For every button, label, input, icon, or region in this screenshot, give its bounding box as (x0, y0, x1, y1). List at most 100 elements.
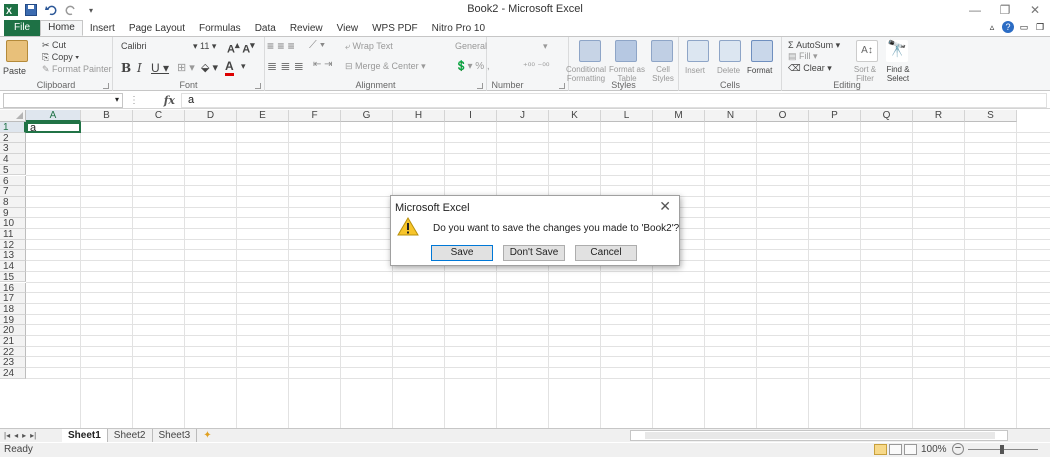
column-header-f[interactable]: F (289, 110, 341, 122)
horizontal-scrollbar[interactable] (630, 430, 1008, 441)
font-color-icon[interactable]: A (225, 59, 234, 76)
row-header-17[interactable]: 17 (0, 293, 26, 304)
minimize-icon[interactable]: — (960, 0, 990, 20)
fill-color-icon[interactable]: ⬙ ▾ (201, 61, 218, 74)
column-header-o[interactable]: O (757, 110, 809, 122)
merge-center-button[interactable]: ⊟ Merge & Center ▾ (345, 61, 426, 72)
sheet-tab-2[interactable]: Sheet2 (108, 429, 153, 442)
undo-icon[interactable] (44, 3, 58, 17)
help-icon[interactable]: ? (1002, 21, 1014, 33)
worksheet-grid[interactable]: ABCDEFGHIJKLMNOPQRS 1 2 3 4 5 6 7 8 9 10 11 12 13 14 1… (0, 110, 1050, 428)
copy-button[interactable]: ⎘ Copy ▾ (42, 52, 79, 63)
tab-formulas[interactable]: Formulas (192, 21, 248, 36)
orientation-icon[interactable]: ⟋ ▾ (309, 39, 325, 52)
tab-page-layout[interactable]: Page Layout (122, 21, 192, 36)
column-header-a[interactable]: A (26, 110, 81, 122)
row-header-22[interactable]: 22 (0, 346, 26, 358)
horizontal-scroll-thumb[interactable] (645, 432, 995, 439)
cell-a1[interactable]: a (26, 122, 81, 134)
font-color-dropdown-icon[interactable]: ▾ (241, 61, 246, 72)
column-header-i[interactable]: I (445, 110, 497, 122)
align-top-icons[interactable]: ≡ ≡ ≡ (267, 39, 295, 53)
dialog-close-icon[interactable]: ✕ (659, 198, 671, 215)
sheet-tab-3[interactable]: Sheet3 (153, 429, 198, 442)
name-box[interactable]: ▾ (3, 92, 123, 108)
page-layout-view-icon[interactable] (889, 444, 902, 455)
decimal-icons[interactable]: ⁺⁰⁰ ⁻⁰⁰ (523, 61, 549, 72)
cancel-button[interactable]: Cancel (575, 245, 637, 261)
bold-icon[interactable]: B (121, 61, 131, 75)
row-header-3[interactable]: 3 (0, 143, 26, 154)
tab-insert[interactable]: Insert (83, 21, 122, 36)
column-header-d[interactable]: D (185, 110, 237, 122)
insert-sheet-icon[interactable]: ✦ (197, 429, 217, 442)
row-header-11[interactable]: 11 (0, 229, 26, 240)
last-sheet-icon[interactable]: ▸| (30, 431, 36, 440)
number-format-dropdown-icon[interactable]: ▾ (543, 41, 548, 52)
column-header-c[interactable]: C (133, 110, 185, 122)
column-header-b[interactable]: B (81, 110, 133, 122)
window-restore-icon[interactable]: ❐ (1034, 21, 1046, 33)
column-header-n[interactable]: N (705, 110, 757, 122)
insert-cells-icon[interactable] (687, 40, 709, 62)
column-header-k[interactable]: K (549, 110, 601, 122)
cell-styles-icon[interactable] (651, 40, 673, 62)
format-as-table-icon[interactable] (615, 40, 637, 62)
borders-icon[interactable]: ⊞ ▾ (177, 61, 195, 74)
indent-icons[interactable]: ⇤ ⇥ (313, 59, 333, 70)
page-break-view-icon[interactable] (904, 444, 917, 455)
row-header-20[interactable]: 20 (0, 325, 26, 336)
row-header-16[interactable]: 16 (0, 282, 26, 293)
save-button[interactable]: Save (431, 245, 493, 261)
paste-button[interactable]: Paste (3, 66, 26, 76)
row-header-23[interactable]: 23 (0, 357, 26, 368)
number-format-select[interactable]: General (455, 41, 487, 51)
tab-home[interactable]: Home (40, 20, 83, 36)
row-header-10[interactable]: 10 (0, 218, 26, 229)
zoom-slider-thumb[interactable] (1000, 445, 1004, 454)
prev-sheet-icon[interactable]: ◂ (14, 431, 18, 440)
row-header-9[interactable]: 9 (0, 207, 26, 218)
column-header-r[interactable]: R (913, 110, 965, 122)
italic-icon[interactable]: I (137, 61, 142, 75)
row-header-18[interactable]: 18 (0, 303, 26, 315)
window-min-icon[interactable]: ▭ (1018, 21, 1030, 33)
column-header-l[interactable]: L (601, 110, 653, 122)
insert-cells-button[interactable]: Insert (685, 66, 705, 75)
zoom-level[interactable]: 100% (921, 444, 947, 455)
dont-save-button[interactable]: Don't Save (503, 245, 565, 261)
column-header-e[interactable]: E (237, 110, 289, 122)
delete-cells-button[interactable]: Delete (717, 66, 740, 75)
row-header-24[interactable]: 24 (0, 368, 26, 379)
column-header-q[interactable]: Q (861, 110, 913, 122)
restore-icon[interactable]: ❐ (990, 0, 1020, 20)
align-left-center-right-icons[interactable]: ≣ ≣ ≣ (267, 59, 304, 73)
clear-button[interactable]: ⌫ Clear ▾ (788, 63, 832, 74)
number-launcher-icon[interactable] (559, 83, 565, 89)
font-launcher-icon[interactable] (255, 83, 261, 89)
column-header-j[interactable]: J (497, 110, 549, 122)
row-header-14[interactable]: 14 (0, 261, 26, 272)
customize-qat-icon[interactable]: ▾ (84, 3, 98, 17)
zoom-out-icon[interactable]: − (952, 443, 964, 455)
tab-review[interactable]: Review (283, 21, 330, 36)
clipboard-launcher-icon[interactable] (103, 83, 109, 89)
font-name-select[interactable]: Calibri (121, 41, 193, 53)
next-sheet-icon[interactable]: ▸ (22, 431, 26, 440)
row-header-2[interactable]: 2 (0, 132, 26, 144)
close-icon[interactable]: ✕ (1020, 0, 1050, 20)
select-all-corner[interactable] (0, 110, 26, 122)
row-header-19[interactable]: 19 (0, 314, 26, 325)
column-header-g[interactable]: G (341, 110, 393, 122)
tab-data[interactable]: Data (248, 21, 283, 36)
font-size-select[interactable]: ▾ 11 ▾ (193, 41, 216, 52)
normal-view-icon[interactable] (874, 444, 887, 455)
tab-nitro-pro[interactable]: Nitro Pro 10 (425, 21, 492, 36)
column-header-m[interactable]: M (653, 110, 705, 122)
underline-icon[interactable]: U ▾ (151, 61, 169, 75)
autosum-button[interactable]: Σ AutoSum ▾ (788, 40, 840, 51)
insert-function-icon[interactable]: fx (164, 94, 175, 107)
row-header-21[interactable]: 21 (0, 336, 26, 347)
conditional-formatting-icon[interactable] (579, 40, 601, 62)
name-box-dropdown-icon[interactable]: ▾ (115, 95, 119, 104)
